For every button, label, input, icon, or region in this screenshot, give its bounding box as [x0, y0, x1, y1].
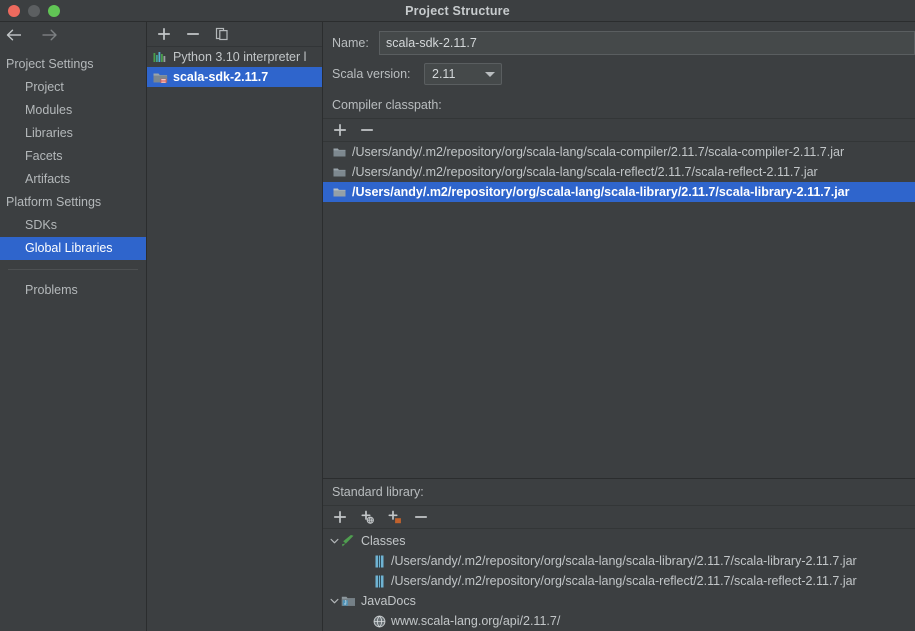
classpath-path: /Users/andy/.m2/repository/org/scala-lan… [352, 165, 818, 179]
scala-version-row: Scala version: 2.11 [323, 56, 915, 92]
classpath-row[interactable]: /Users/andy/.m2/repository/org/scala-lan… [323, 182, 915, 202]
remove-classpath-button[interactable] [359, 122, 375, 138]
plus-folder-icon [387, 510, 402, 524]
plus-icon [333, 123, 347, 137]
sidebar-item-modules[interactable]: Modules [0, 99, 146, 122]
window-body: Project Settings Project Modules Librari… [0, 22, 915, 631]
globe-icon [371, 615, 387, 628]
chevron-down-icon [485, 71, 495, 77]
stdlib-tree: Classes /Users/andy/.m2/repository/org/s… [323, 529, 915, 631]
forward-button[interactable] [39, 26, 59, 44]
name-input[interactable] [379, 31, 915, 55]
title-bar: Project Structure [0, 0, 915, 22]
sidebar-nav-list: Project Settings Project Modules Librari… [0, 48, 146, 302]
sidebar: Project Settings Project Modules Librari… [0, 22, 147, 631]
classpath-list: /Users/andy/.m2/repository/org/scala-lan… [323, 142, 915, 479]
arrow-right-icon [40, 28, 58, 42]
window-title: Project Structure [405, 3, 510, 18]
sidebar-group-platform-settings: Platform Settings [6, 195, 102, 209]
compiler-classpath-label: Compiler classpath: [332, 98, 442, 112]
list-item-label: Python 3.10 interpreter l [173, 50, 307, 64]
back-button[interactable] [5, 26, 25, 44]
standard-library-label: Standard library: [332, 485, 424, 499]
classpath-toolbar [323, 118, 915, 142]
name-row: Name: [323, 22, 915, 56]
add-button[interactable] [332, 509, 348, 525]
classpath-row[interactable]: /Users/andy/.m2/repository/org/scala-lan… [323, 142, 915, 162]
standard-library-section: Standard library: Classes /Users/andy/.m… [323, 479, 915, 631]
tree-leaf-label: /Users/andy/.m2/repository/org/scala-lan… [391, 574, 857, 588]
sidebar-item-sdks[interactable]: SDKs [0, 214, 146, 237]
minus-icon [414, 510, 428, 524]
sidebar-item-facets[interactable]: Facets [0, 145, 146, 168]
folder-icon [332, 145, 346, 159]
folder-icon [332, 165, 346, 179]
tree-leaf-label: /Users/andy/.m2/repository/org/scala-lan… [391, 554, 857, 568]
list-item-label: scala-sdk-2.11.7 [173, 70, 269, 84]
tree-node-classes[interactable]: Classes [323, 531, 915, 551]
tree-leaf-label: www.scala-lang.org/api/2.11.7/ [391, 614, 561, 628]
jar-icon [371, 575, 387, 588]
remove-button[interactable] [413, 509, 429, 525]
list-item[interactable]: Python 3.10 interpreter l [147, 47, 322, 67]
minimize-button[interactable] [28, 4, 40, 17]
name-label: Name: [332, 36, 369, 50]
scala-version-value: 2.11 [432, 67, 456, 81]
chevron-down-icon[interactable] [323, 537, 339, 545]
add-url-button[interactable] [359, 509, 375, 525]
sidebar-group-project-settings: Project Settings [6, 57, 94, 71]
tree-leaf-jar[interactable]: /Users/andy/.m2/repository/org/scala-lan… [323, 571, 915, 591]
close-button[interactable] [8, 4, 20, 17]
arrow-left-icon [6, 28, 24, 42]
list-item[interactable]: scala-sdk-2.11.7 [147, 67, 322, 87]
classpath-path: /Users/andy/.m2/repository/org/scala-lan… [352, 185, 850, 199]
tree-node-label: Classes [361, 534, 406, 548]
library-detail-panel: Name: Scala version: 2.11 Compiler class… [323, 22, 915, 631]
project-structure-window: Project Structure Project Settings Proje… [0, 0, 915, 631]
sidebar-item-project[interactable]: Project [0, 76, 146, 99]
sidebar-item-global-libraries[interactable]: Global Libraries [0, 237, 146, 260]
folder-icon [332, 185, 346, 199]
scala-version-label: Scala version: [332, 67, 411, 81]
sidebar-item-libraries[interactable]: Libraries [0, 122, 146, 145]
tree-leaf-url[interactable]: www.scala-lang.org/api/2.11.7/ [323, 611, 915, 631]
minus-icon [186, 27, 200, 41]
plus-globe-icon [360, 510, 375, 524]
tree-node-javadocs[interactable]: J JavaDocs [323, 591, 915, 611]
libraries-list: Python 3.10 interpreter l scala-sdk-2.11… [147, 47, 322, 631]
classes-icon [339, 534, 357, 548]
sidebar-divider [8, 269, 138, 270]
sidebar-nav-bar [0, 22, 146, 48]
add-classpath-button[interactable] [332, 122, 348, 138]
sidebar-item-problems[interactable]: Problems [0, 279, 146, 302]
plus-icon [157, 27, 171, 41]
window-controls [0, 4, 60, 17]
minus-icon [360, 123, 374, 137]
copy-library-button[interactable] [214, 26, 230, 42]
copy-icon [215, 27, 229, 41]
libraries-list-panel: Python 3.10 interpreter l scala-sdk-2.11… [147, 22, 323, 631]
classpath-path: /Users/andy/.m2/repository/org/scala-lan… [352, 145, 845, 159]
classpath-row[interactable]: /Users/andy/.m2/repository/org/scala-lan… [323, 162, 915, 182]
scala-version-select[interactable]: 2.11 [424, 63, 502, 85]
add-folder-button[interactable] [386, 509, 402, 525]
sidebar-item-artifacts[interactable]: Artifacts [0, 168, 146, 191]
scala-sdk-icon [152, 69, 168, 85]
chevron-down-icon[interactable] [323, 597, 339, 605]
plus-icon [333, 510, 347, 524]
libraries-toolbar [147, 22, 322, 47]
python-icon [152, 49, 168, 65]
tree-leaf-jar[interactable]: /Users/andy/.m2/repository/org/scala-lan… [323, 551, 915, 571]
zoom-button[interactable] [48, 4, 60, 17]
tree-node-label: JavaDocs [361, 594, 416, 608]
jar-icon [371, 555, 387, 568]
remove-library-button[interactable] [185, 26, 201, 42]
add-library-button[interactable] [156, 26, 172, 42]
javadocs-icon: J [339, 595, 357, 608]
stdlib-toolbar [323, 505, 915, 529]
